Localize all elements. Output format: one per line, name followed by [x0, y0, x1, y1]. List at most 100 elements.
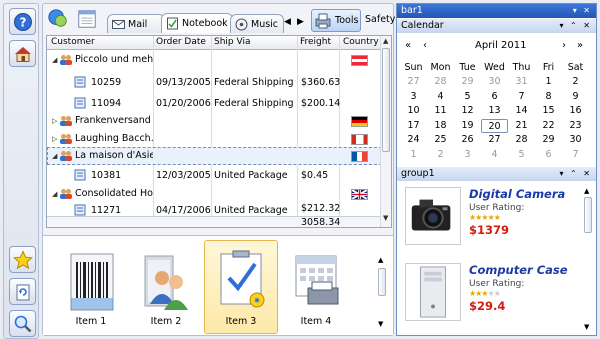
gallery-item-2[interactable]: Item 2: [129, 240, 203, 334]
collapse-icon[interactable]: ◢: [52, 152, 57, 160]
calendar-day[interactable]: 13: [481, 104, 508, 118]
calendar-day[interactable]: 4: [481, 148, 508, 162]
calendar-day[interactable]: 6: [535, 148, 562, 162]
calendar-day[interactable]: 3: [400, 90, 427, 104]
calendar-day[interactable]: 18: [427, 119, 454, 133]
calendar-day[interactable]: 10: [400, 104, 427, 118]
scrollbar-thumb[interactable]: [382, 48, 390, 152]
next-month-button[interactable]: ›: [562, 40, 566, 51]
scroll-up-icon[interactable]: ▲: [383, 37, 388, 45]
calendar-day[interactable]: 24: [400, 133, 427, 147]
table-row[interactable]: 11271 04/17/2006 United Package $212.32: [47, 202, 382, 216]
collapse-icon[interactable]: ◢: [52, 190, 57, 198]
group-controls[interactable]: ▾ ⌃ ✕: [559, 167, 592, 181]
favorites-button[interactable]: [9, 246, 36, 273]
calendar-day[interactable]: 1: [400, 148, 427, 162]
calendar-day[interactable]: 4: [427, 90, 454, 104]
calendar-day[interactable]: 2: [562, 75, 589, 89]
house-icon: [14, 46, 31, 62]
scrollbar-thumb[interactable]: [584, 197, 592, 233]
scroll-down-icon[interactable]: ▼: [584, 323, 589, 331]
calendar-day[interactable]: 27: [481, 133, 508, 147]
tools-button[interactable]: Tools: [311, 9, 361, 32]
scrollbar-thumb[interactable]: [378, 268, 386, 296]
gallery-scrollbar[interactable]: ▲ ▼: [376, 242, 388, 332]
calendar-day[interactable]: 12: [454, 104, 481, 118]
next-year-button[interactable]: »: [577, 40, 583, 51]
product-card[interactable]: Digital Camera User Rating: ★★★★★ $1379: [401, 183, 581, 253]
scroll-down-icon[interactable]: ▼: [378, 320, 383, 328]
calendar-controls[interactable]: ▾ ⌃ ✕: [559, 19, 592, 33]
calendar-day[interactable]: 17: [400, 119, 427, 133]
calendar-day[interactable]: 16: [562, 104, 589, 118]
search-button[interactable]: [9, 310, 36, 337]
gallery-item-1[interactable]: Item 1: [54, 240, 128, 334]
app-window: ? Mail Notebook Music ◀ ▶ Tools Safety C…: [0, 0, 600, 339]
expand-icon[interactable]: ▷: [52, 135, 57, 143]
calendar-day[interactable]: 20: [481, 118, 508, 133]
scroll-up-icon[interactable]: ▲: [584, 187, 589, 195]
scroll-up-icon[interactable]: ▲: [378, 256, 383, 264]
column-header-country[interactable]: Country: [343, 37, 379, 47]
help-button[interactable]: ?: [9, 8, 36, 35]
calendar-day[interactable]: 21: [508, 119, 535, 133]
calendar-day[interactable]: 1: [535, 75, 562, 89]
prev-month-button[interactable]: ‹: [423, 40, 427, 51]
calendar-day[interactable]: 23: [562, 119, 589, 133]
calendar-day[interactable]: 28: [508, 133, 535, 147]
collapse-icon[interactable]: ◢: [52, 56, 57, 64]
tab-music[interactable]: Music: [230, 14, 284, 33]
product-card[interactable]: Computer Case User Rating: ★★★★★ $29.4: [401, 259, 581, 329]
calendar-day[interactable]: 27: [400, 75, 427, 89]
table-row[interactable]: 10259 09/13/2005 Federal Shipping $360.6…: [47, 72, 382, 94]
calendar-day[interactable]: 2: [427, 148, 454, 162]
safety-menu[interactable]: Safety: [365, 14, 395, 25]
gallery-item-3[interactable]: ✷ Item 3: [204, 240, 278, 334]
calendar-day[interactable]: 3: [454, 148, 481, 162]
tab-scroll-right-icon[interactable]: ▶: [297, 17, 304, 27]
product-name[interactable]: Computer Case: [469, 263, 568, 277]
prev-year-button[interactable]: «: [405, 40, 411, 51]
calendar-day[interactable]: 5: [508, 148, 535, 162]
calendar-day[interactable]: 14: [508, 104, 535, 118]
calendar-day[interactable]: 29: [535, 133, 562, 147]
calendar-day[interactable]: 7: [562, 148, 589, 162]
dock-controls[interactable]: ▾ ✕: [573, 4, 592, 18]
messenger-button[interactable]: [46, 7, 70, 31]
notes-button[interactable]: [75, 7, 99, 31]
calendar-day[interactable]: 28: [427, 75, 454, 89]
grid-scrollbar[interactable]: ▲ ▼: [380, 36, 391, 227]
cell-order-date: 01/20/2006: [156, 98, 211, 109]
calendar-day[interactable]: 5: [454, 90, 481, 104]
product-scrollbar[interactable]: ▲ ▼: [583, 185, 593, 333]
calendar-day[interactable]: 29: [454, 75, 481, 89]
calendar-day[interactable]: 11: [427, 104, 454, 118]
calendar-day[interactable]: 25: [427, 133, 454, 147]
tab-mail[interactable]: Mail: [107, 14, 165, 33]
column-header-customer[interactable]: Customer: [51, 37, 95, 47]
calendar-day[interactable]: 26: [454, 133, 481, 147]
product-name[interactable]: Digital Camera: [469, 187, 565, 201]
tab-scroll-left-icon[interactable]: ◀: [284, 17, 291, 27]
calendar-day[interactable]: 9: [562, 90, 589, 104]
calendar-day[interactable]: 19: [454, 119, 481, 133]
column-header-ship-via[interactable]: Ship Via: [214, 37, 250, 47]
scroll-down-icon[interactable]: ▼: [383, 214, 388, 222]
calendar-day[interactable]: 31: [508, 75, 535, 89]
home-button[interactable]: [9, 40, 36, 67]
calendar-day[interactable]: 6: [481, 90, 508, 104]
calendar-day[interactable]: 30: [562, 133, 589, 147]
refresh-button[interactable]: [9, 278, 36, 305]
calendar-day[interactable]: 30: [481, 75, 508, 89]
table-row-group-selected[interactable]: ◢ La maison d'Asie: [47, 147, 382, 165]
calendar-day[interactable]: 15: [535, 104, 562, 118]
calendar-day[interactable]: 8: [535, 90, 562, 104]
column-header-order-date[interactable]: Order Date: [156, 37, 206, 47]
calendar-day[interactable]: 22: [535, 119, 562, 133]
tab-notebook[interactable]: Notebook: [161, 13, 233, 33]
column-header-freight[interactable]: Freight: [300, 37, 338, 47]
expand-icon[interactable]: ▷: [52, 117, 57, 125]
calendar-day[interactable]: 7: [508, 90, 535, 104]
table-row-group[interactable]: ◢ Piccolo und mehr: [47, 50, 382, 72]
gallery-item-4[interactable]: Item 4: [279, 240, 353, 334]
